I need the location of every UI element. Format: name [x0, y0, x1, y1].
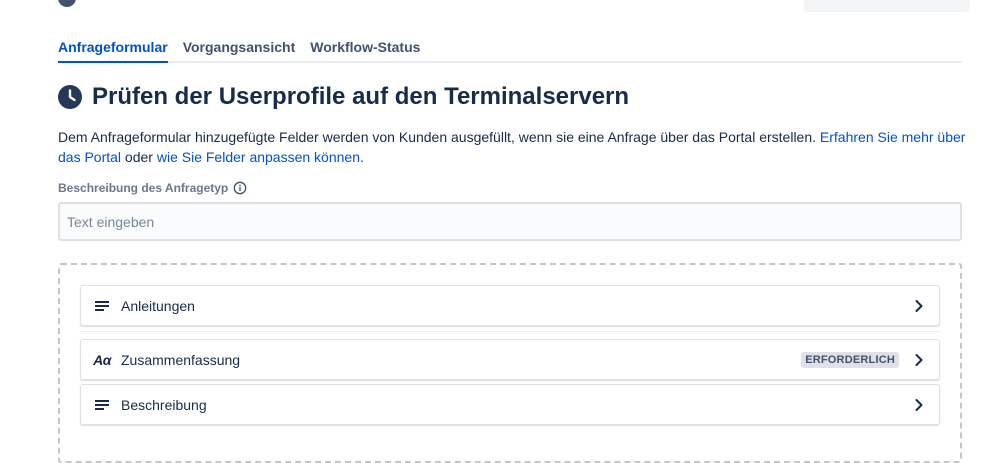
tab-request-form[interactable]: Anfrageformular: [58, 38, 168, 63]
divider: [80, 331, 940, 332]
field-card-description[interactable]: Beschreibung: [80, 384, 940, 425]
info-icon[interactable]: [233, 181, 247, 195]
chevron-right-icon: [915, 398, 923, 411]
description-middle: oder: [121, 149, 157, 165]
page-header: Prüfen der Userprofile auf den Terminals…: [58, 82, 629, 112]
field-card-instructions[interactable]: Anleitungen: [80, 285, 940, 326]
lines-icon: [93, 297, 111, 315]
text-aa-icon: Aα: [93, 351, 111, 368]
customize-fields-link[interactable]: wie Sie Felder anpassen können: [157, 149, 360, 165]
request-type-description-label: Beschreibung des Anfragetyp: [58, 181, 247, 195]
field-name: Anleitungen: [121, 297, 195, 314]
tab-workflow-status[interactable]: Workflow-Status: [310, 38, 420, 63]
clock-icon: [58, 85, 82, 109]
field-card-summary[interactable]: Aα Zusammenfassung ERFORDERLICH: [80, 339, 940, 380]
chevron-right-icon: [915, 299, 923, 312]
chevron-right-icon: [915, 353, 923, 366]
page-title: Prüfen der Userprofile auf den Terminals…: [92, 83, 630, 110]
top-strip: [0, 0, 994, 12]
description-text: Dem Anfrageformular hinzugefügte Felder …: [58, 129, 820, 145]
tab-bar: Anfrageformular Vorgangsansicht Workflow…: [58, 38, 962, 63]
field-name: Zusammenfassung: [121, 351, 241, 368]
required-badge: ERFORDERLICH: [801, 351, 899, 368]
label-text: Beschreibung des Anfragetyp: [58, 181, 229, 195]
lines-icon: [93, 396, 111, 414]
workflow-button[interactable]: [804, 0, 970, 12]
tab-issue-view[interactable]: Vorgangsansicht: [183, 38, 296, 63]
description-end: .: [360, 149, 364, 165]
back-arrow-icon: [58, 0, 76, 7]
field-name: Beschreibung: [121, 396, 207, 413]
back-link[interactable]: [58, 0, 76, 7]
request-type-description-input[interactable]: [58, 202, 962, 241]
form-description: Dem Anfrageformular hinzugefügte Felder …: [58, 127, 968, 167]
